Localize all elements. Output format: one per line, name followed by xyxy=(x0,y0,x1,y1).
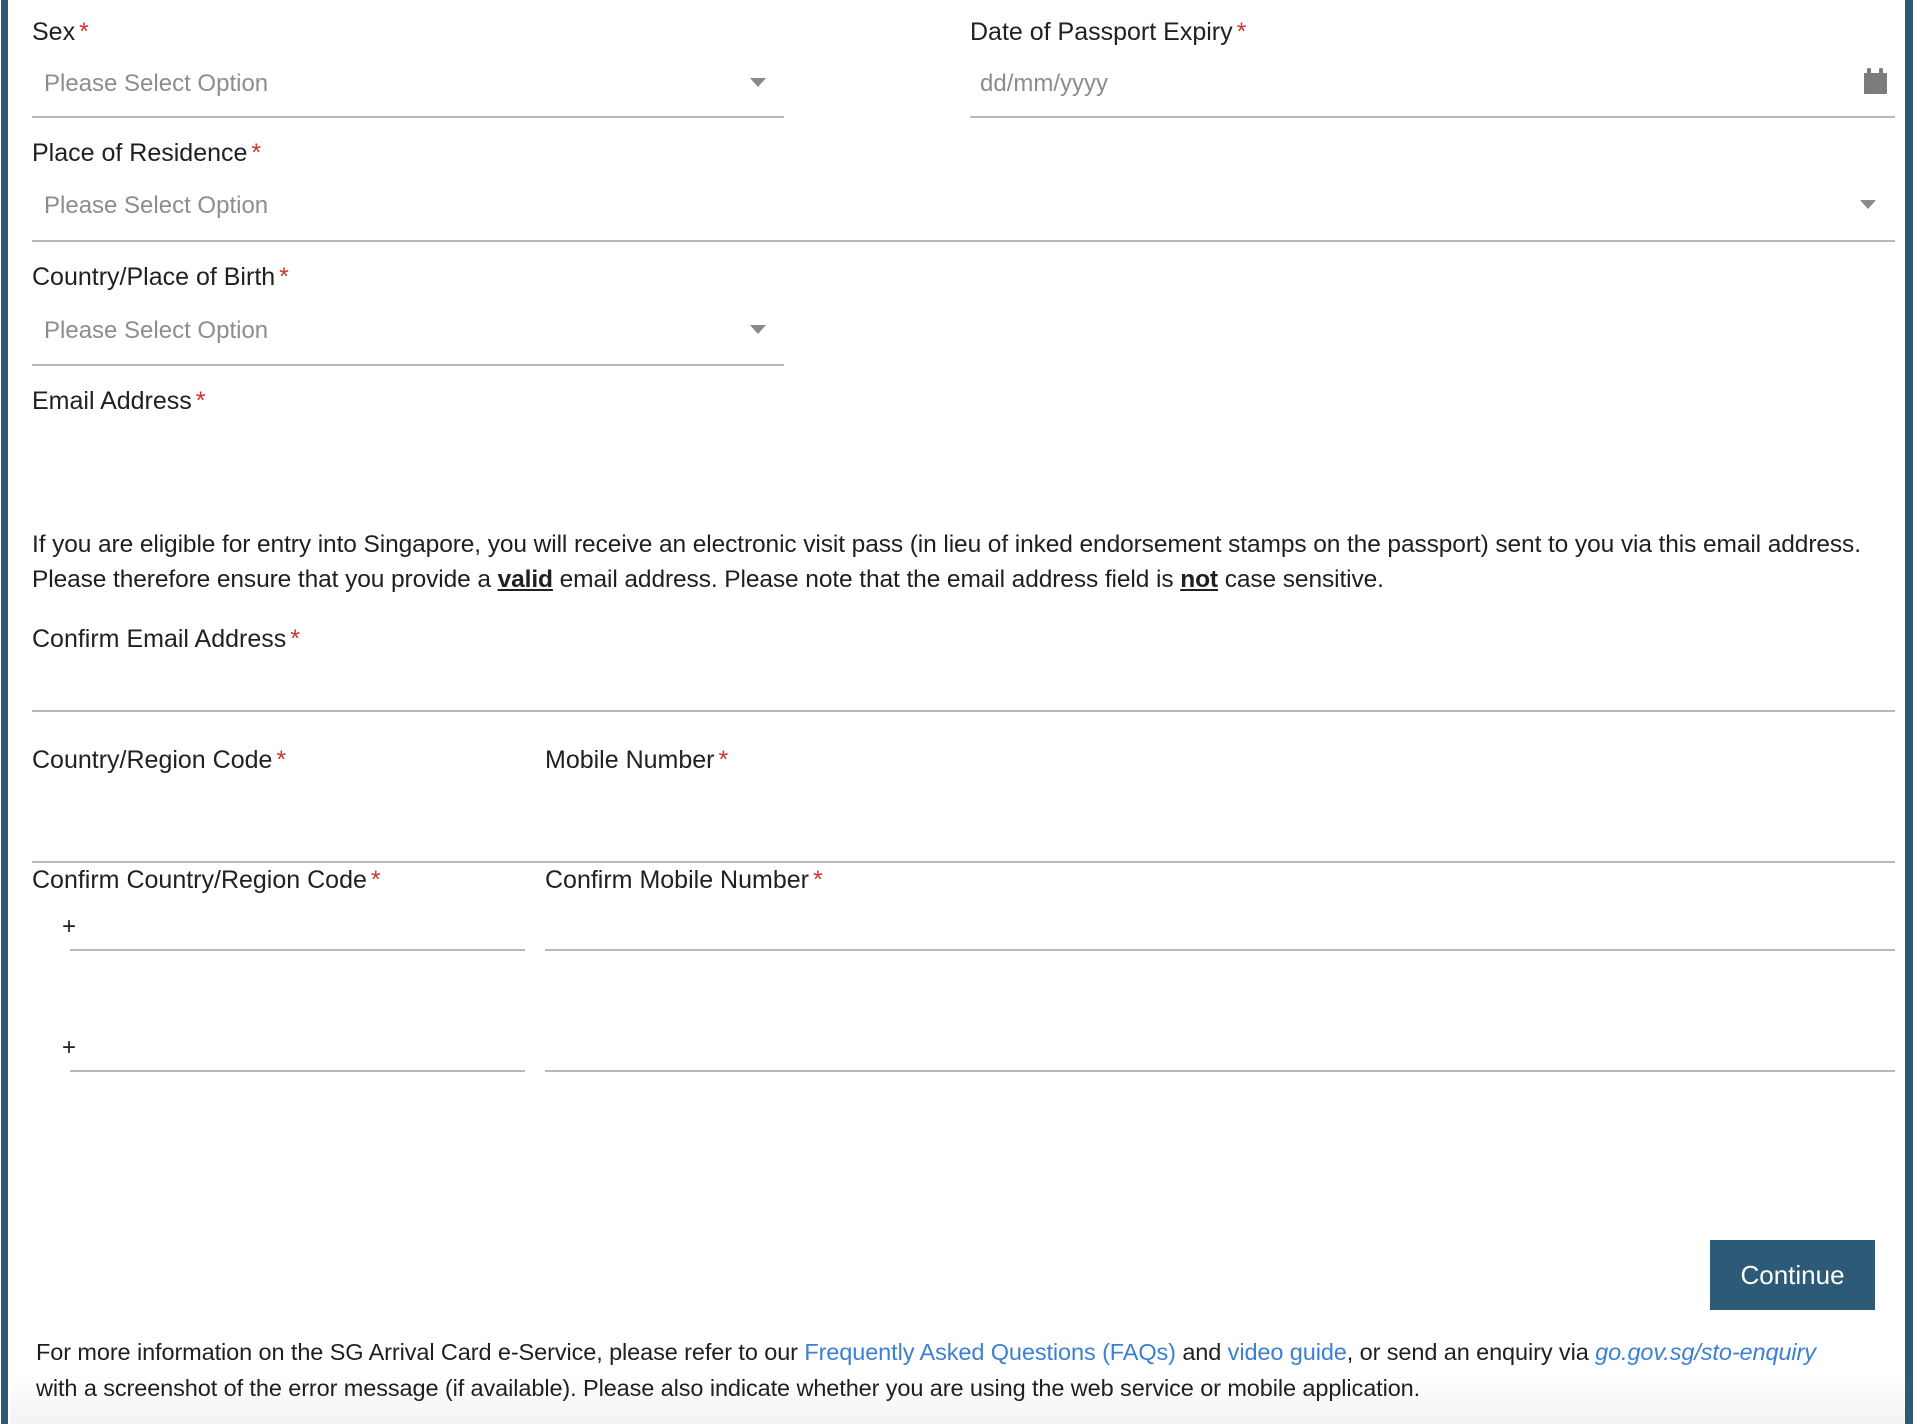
confirm-country-region-code-underline xyxy=(70,1070,525,1072)
label-email-address-text: Email Address xyxy=(32,387,192,415)
label-confirm-country-region-code: Confirm Country/Region Code * xyxy=(32,868,381,893)
calendar-icon[interactable] xyxy=(1863,68,1889,101)
place-of-residence-placeholder: Please Select Option xyxy=(44,192,269,219)
label-country-region-code: Country/Region Code * xyxy=(32,748,286,773)
footer-help-text: For more information on the SG Arrival C… xyxy=(36,1334,1826,1406)
email-address-input[interactable] xyxy=(32,655,1895,710)
confirm-country-region-code-input[interactable] xyxy=(85,1020,525,1070)
required-asterisk: * xyxy=(812,866,823,894)
label-confirm-mobile-number-text: Confirm Mobile Number xyxy=(545,866,809,894)
country-region-code-prefix: + xyxy=(62,913,77,940)
mobile-number-underline xyxy=(545,949,1895,951)
mobile-number-input[interactable] xyxy=(545,900,1895,950)
confirm-email-address-underline xyxy=(32,861,1895,863)
email-help-part2: email address. Please note that the emai… xyxy=(552,566,1181,593)
label-confirm-email-text: Confirm Email Address xyxy=(32,625,287,653)
label-country-region-code-text: Country/Region Code xyxy=(32,746,273,774)
footer-panel: For more information on the SG Arrival C… xyxy=(10,1318,1905,1424)
page-right-border xyxy=(1905,0,1913,1424)
sto-enquiry-link[interactable]: go.gov.sg/sto-enquiry xyxy=(1595,1339,1816,1365)
label-passport-expiry: Date of Passport Expiry * xyxy=(970,20,1246,45)
required-asterisk: * xyxy=(290,625,300,653)
video-guide-link[interactable]: video guide xyxy=(1228,1339,1347,1365)
sex-select-underline xyxy=(32,116,784,118)
required-asterisk: * xyxy=(276,746,287,774)
faq-link[interactable]: Frequently Asked Questions (FAQs) xyxy=(804,1339,1176,1365)
confirm-mobile-number-input[interactable] xyxy=(545,1020,1895,1070)
confirm-mobile-number-underline xyxy=(545,1070,1895,1072)
page-root: Sex * Please Select Option Date of Passpo… xyxy=(0,0,1920,1424)
label-email-address: Email Address * xyxy=(32,389,206,414)
required-asterisk: * xyxy=(279,263,289,291)
place-of-residence-select[interactable]: Please Select Option xyxy=(32,180,1895,228)
email-address-underline xyxy=(32,710,1895,712)
chevron-down-icon[interactable] xyxy=(750,78,766,87)
passport-expiry-underline xyxy=(970,116,1895,118)
sex-select-placeholder: Please Select Option xyxy=(44,70,269,97)
required-asterisk: * xyxy=(79,18,89,46)
required-asterisk: * xyxy=(370,866,381,894)
footer-part2: and xyxy=(1175,1339,1228,1365)
country-place-of-birth-underline xyxy=(32,364,784,366)
required-asterisk: * xyxy=(1236,18,1247,46)
email-help-emphasis-not: not xyxy=(1180,566,1218,593)
label-confirm-mobile-number: Confirm Mobile Number * xyxy=(545,868,823,893)
label-mobile-number-text: Mobile Number xyxy=(545,746,715,774)
label-country-place-of-birth-text: Country/Place of Birth xyxy=(32,263,276,291)
required-asterisk: * xyxy=(251,139,262,167)
footer-part4: with a screenshot of the error message (… xyxy=(36,1375,1421,1401)
label-place-of-residence: Place of Residence * xyxy=(32,141,261,166)
required-asterisk: * xyxy=(195,387,206,415)
country-place-of-birth-select[interactable]: Please Select Option xyxy=(32,305,784,353)
label-place-of-residence-text: Place of Residence xyxy=(32,139,248,167)
chevron-down-icon[interactable] xyxy=(750,325,766,334)
footer-part3: , or send an enquiry via xyxy=(1346,1339,1596,1365)
confirm-country-region-code-prefix: + xyxy=(62,1034,77,1061)
email-help-text: If you are eligible for entry into Singa… xyxy=(32,527,1882,597)
footer-part1: For more information on the SG Arrival C… xyxy=(36,1339,805,1365)
confirm-email-address-input[interactable] xyxy=(32,800,1895,860)
chevron-down-icon[interactable] xyxy=(1860,200,1876,209)
sex-select[interactable]: Please Select Option xyxy=(32,58,784,106)
arrival-card-form: Sex * Please Select Option Date of Passpo… xyxy=(10,0,1905,1310)
email-help-part3: case sensitive. xyxy=(1218,566,1384,593)
label-sex-text: Sex xyxy=(32,18,76,46)
continue-button[interactable]: Continue xyxy=(1710,1240,1875,1310)
country-place-of-birth-placeholder: Please Select Option xyxy=(44,317,269,344)
label-mobile-number: Mobile Number * xyxy=(545,748,728,773)
passport-expiry-date-input[interactable]: dd/mm/yyyy xyxy=(970,58,1895,106)
place-of-residence-underline xyxy=(32,240,1895,242)
label-confirm-country-region-code-text: Confirm Country/Region Code xyxy=(32,866,367,894)
label-sex: Sex * xyxy=(32,20,89,45)
country-region-code-input[interactable] xyxy=(85,900,525,950)
label-passport-expiry-text: Date of Passport Expiry xyxy=(970,18,1233,46)
required-asterisk: * xyxy=(718,746,729,774)
label-country-place-of-birth: Country/Place of Birth * xyxy=(32,265,289,290)
email-help-emphasis-valid: valid xyxy=(497,566,553,593)
page-left-border xyxy=(1,0,8,1424)
country-region-code-underline xyxy=(70,949,525,951)
passport-expiry-placeholder: dd/mm/yyyy xyxy=(980,70,1109,97)
